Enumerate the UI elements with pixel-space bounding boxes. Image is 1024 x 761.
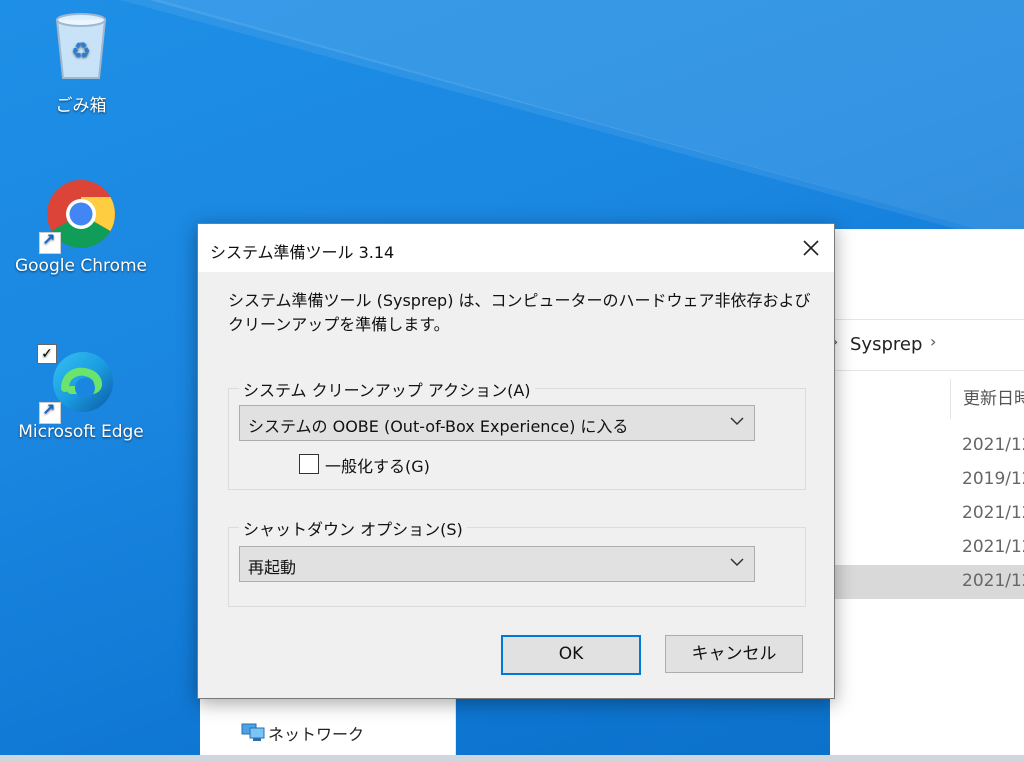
chevron-down-icon bbox=[730, 417, 744, 426]
breadcrumb-sysprep[interactable]: Sysprep bbox=[850, 334, 922, 355]
desktop-icon-recycle-bin[interactable]: ♻ ごみ箱 bbox=[6, 8, 156, 116]
file-row-date: 2021/12 bbox=[962, 503, 1024, 523]
file-row-date: 2021/12 bbox=[962, 435, 1024, 455]
desktop-icon-edge[interactable]: ✓ Microsoft Edge bbox=[6, 344, 156, 442]
recycle-bin-icon: ♻ bbox=[55, 13, 107, 79]
file-row-date: 2021/12 bbox=[962, 571, 1024, 591]
cancel-button[interactable]: キャンセル bbox=[665, 635, 803, 673]
dialog-titlebar[interactable]: システム準備ツール 3.14 bbox=[198, 224, 834, 272]
file-row-date: 2021/12 bbox=[962, 537, 1024, 557]
file-row-selected[interactable]: 2021/12 bbox=[830, 565, 1024, 599]
explorer-ribbon bbox=[830, 229, 1024, 319]
nav-item-network[interactable]: ネットワーク bbox=[268, 721, 364, 745]
shortcut-arrow-icon bbox=[39, 230, 61, 254]
shortcut-arrow-icon bbox=[39, 400, 61, 424]
column-header-modified[interactable]: 更新日時 bbox=[950, 379, 1024, 419]
file-row[interactable]: 2021/12 bbox=[830, 497, 1024, 531]
breadcrumb-chevron-icon[interactable]: › bbox=[930, 332, 936, 351]
file-row[interactable]: 2019/12 bbox=[830, 463, 1024, 497]
shutdown-option-value: 再起動 bbox=[248, 558, 297, 577]
generalize-checkbox[interactable] bbox=[299, 454, 319, 474]
selection-checkbox-icon[interactable]: ✓ bbox=[37, 344, 57, 364]
dialog-title: システム準備ツール 3.14 bbox=[210, 243, 395, 262]
close-button[interactable] bbox=[788, 224, 834, 272]
file-row-date: 2019/12 bbox=[962, 469, 1024, 489]
close-icon bbox=[803, 240, 819, 256]
taskbar-edge bbox=[0, 755, 1024, 761]
svg-text:♻: ♻ bbox=[71, 39, 91, 64]
ok-button[interactable]: OK bbox=[501, 635, 641, 675]
network-icon bbox=[241, 723, 265, 741]
shutdown-option-label: シャットダウン オプション(S) bbox=[239, 516, 467, 540]
generalize-label[interactable]: 一般化する(G) bbox=[325, 453, 430, 477]
file-row[interactable]: 2021/12 bbox=[830, 531, 1024, 565]
cleanup-action-value: システムの OOBE (Out-of-Box Experience) に入る bbox=[248, 417, 629, 436]
shutdown-option-select[interactable]: 再起動 bbox=[239, 546, 755, 582]
explorer-nav-pane: ネットワーク bbox=[200, 698, 456, 761]
file-row[interactable]: 2021/12 bbox=[830, 429, 1024, 463]
cleanup-action-label: システム クリーンアップ アクション(A) bbox=[239, 377, 535, 401]
address-bar[interactable]: › Sysprep › bbox=[830, 319, 1024, 371]
cleanup-action-select[interactable]: システムの OOBE (Out-of-Box Experience) に入る bbox=[239, 405, 755, 441]
desktop-icon-label: Google Chrome bbox=[14, 256, 148, 276]
shutdown-option-group: シャットダウン オプション(S) 再起動 bbox=[228, 516, 806, 607]
cleanup-action-group: システム クリーンアップ アクション(A) システムの OOBE (Out-of… bbox=[228, 377, 806, 490]
sysprep-dialog: システム準備ツール 3.14 システム準備ツール (Sysprep) は、コンピ… bbox=[197, 223, 835, 699]
desktop-icon-label: ごみ箱 bbox=[55, 96, 107, 116]
desktop-icon-label: Microsoft Edge bbox=[18, 422, 144, 442]
dialog-description: システム準備ツール (Sysprep) は、コンピューターのハードウェア非依存お… bbox=[228, 291, 811, 334]
desktop-icon-chrome[interactable]: Google Chrome bbox=[6, 178, 156, 276]
chevron-down-icon bbox=[730, 558, 744, 567]
file-explorer-window: › Sysprep › 更新日時 2021/12 2019/12 2021/12… bbox=[830, 229, 1024, 761]
